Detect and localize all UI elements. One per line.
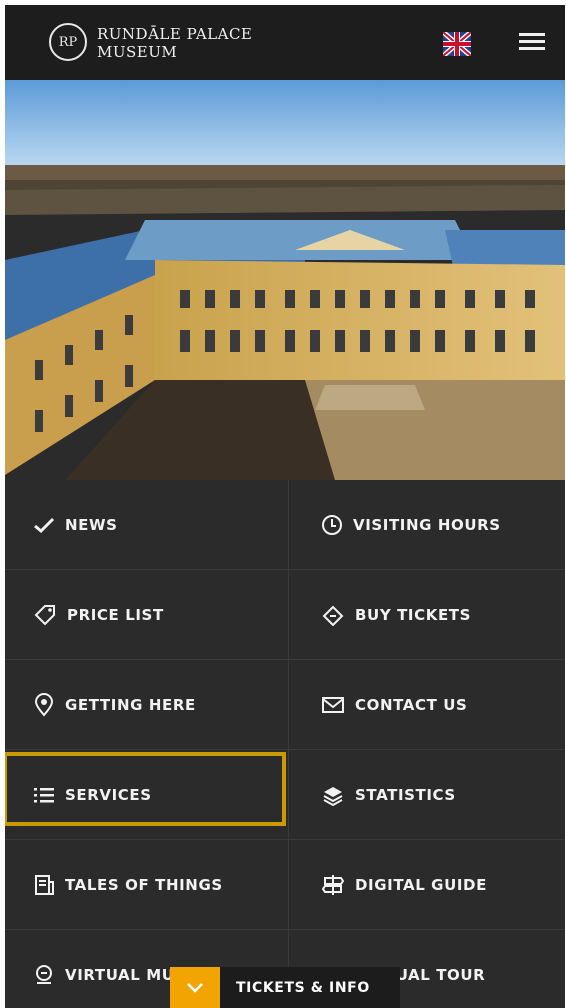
tickets-info-bar[interactable]: TICKETS & INFO	[170, 967, 400, 1008]
menu-tales-of-things-label: TALES OF THINGS	[65, 875, 223, 894]
book-icon	[35, 874, 54, 895]
menu-buy-tickets[interactable]: BUY TICKETS	[288, 570, 565, 660]
price-tag-icon	[34, 604, 55, 625]
menu-contact-us-label: CONTACT US	[355, 695, 468, 714]
menu-grid: NEWS VISITING HOURS PRICE LIST BUY TICKE…	[5, 480, 565, 1008]
menu-bar	[519, 47, 545, 50]
checkmark-icon	[34, 517, 55, 533]
menu-price-list[interactable]: PRICE LIST	[5, 570, 288, 660]
logo-icon[interactable]: RP	[49, 23, 87, 61]
clock-icon	[322, 514, 342, 535]
menu-buy-tickets-label: BUY TICKETS	[355, 605, 472, 624]
menu-visiting-hours[interactable]: VISITING HOURS	[288, 480, 565, 570]
menu-contact-us[interactable]: CONTACT US	[288, 660, 565, 750]
menu-price-list-label: PRICE LIST	[67, 605, 164, 624]
palace-photo	[5, 80, 565, 480]
menu-visiting-hours-label: VISITING HOURS	[353, 515, 501, 534]
logo-line-2: Museum	[97, 43, 178, 61]
menu-bar	[519, 33, 545, 36]
location-pin-icon	[34, 692, 54, 717]
chevron-down-icon	[187, 982, 203, 993]
menu-statistics-label: STATISTICS	[355, 785, 456, 804]
menu-bar	[519, 40, 545, 43]
hamburger-menu-icon[interactable]	[517, 31, 547, 53]
selection-highlight	[5, 752, 286, 826]
app-frame: RP Rundāle Palace Museum	[5, 5, 565, 1008]
uk-flag-icon[interactable]	[443, 32, 471, 56]
hero-image	[5, 80, 565, 480]
menu-statistics[interactable]: STATISTICS	[288, 750, 565, 840]
menu-tales-of-things[interactable]: TALES OF THINGS	[5, 840, 288, 930]
envelope-icon	[322, 696, 344, 713]
menu-news[interactable]: NEWS	[5, 480, 288, 570]
virtual-museum-icon	[36, 964, 52, 984]
ticket-icon	[322, 605, 344, 626]
logo-text[interactable]: Rundāle Palace Museum	[97, 25, 252, 61]
menu-digital-guide-label: DIGITAL GUIDE	[355, 875, 487, 894]
statistics-icon	[323, 786, 343, 806]
menu-digital-guide[interactable]: DIGITAL GUIDE	[288, 840, 565, 930]
menu-getting-here[interactable]: GETTING HERE	[5, 660, 288, 750]
menu-news-label: NEWS	[65, 515, 118, 534]
signpost-icon	[321, 874, 345, 895]
menu-getting-here-label: GETTING HERE	[65, 695, 196, 714]
tickets-info-label: TICKETS & INFO	[236, 979, 370, 996]
tickets-toggle[interactable]	[170, 967, 220, 1008]
site-header: RP Rundāle Palace Museum	[5, 5, 565, 80]
logo-line-1: Rundāle Palace	[97, 25, 253, 43]
